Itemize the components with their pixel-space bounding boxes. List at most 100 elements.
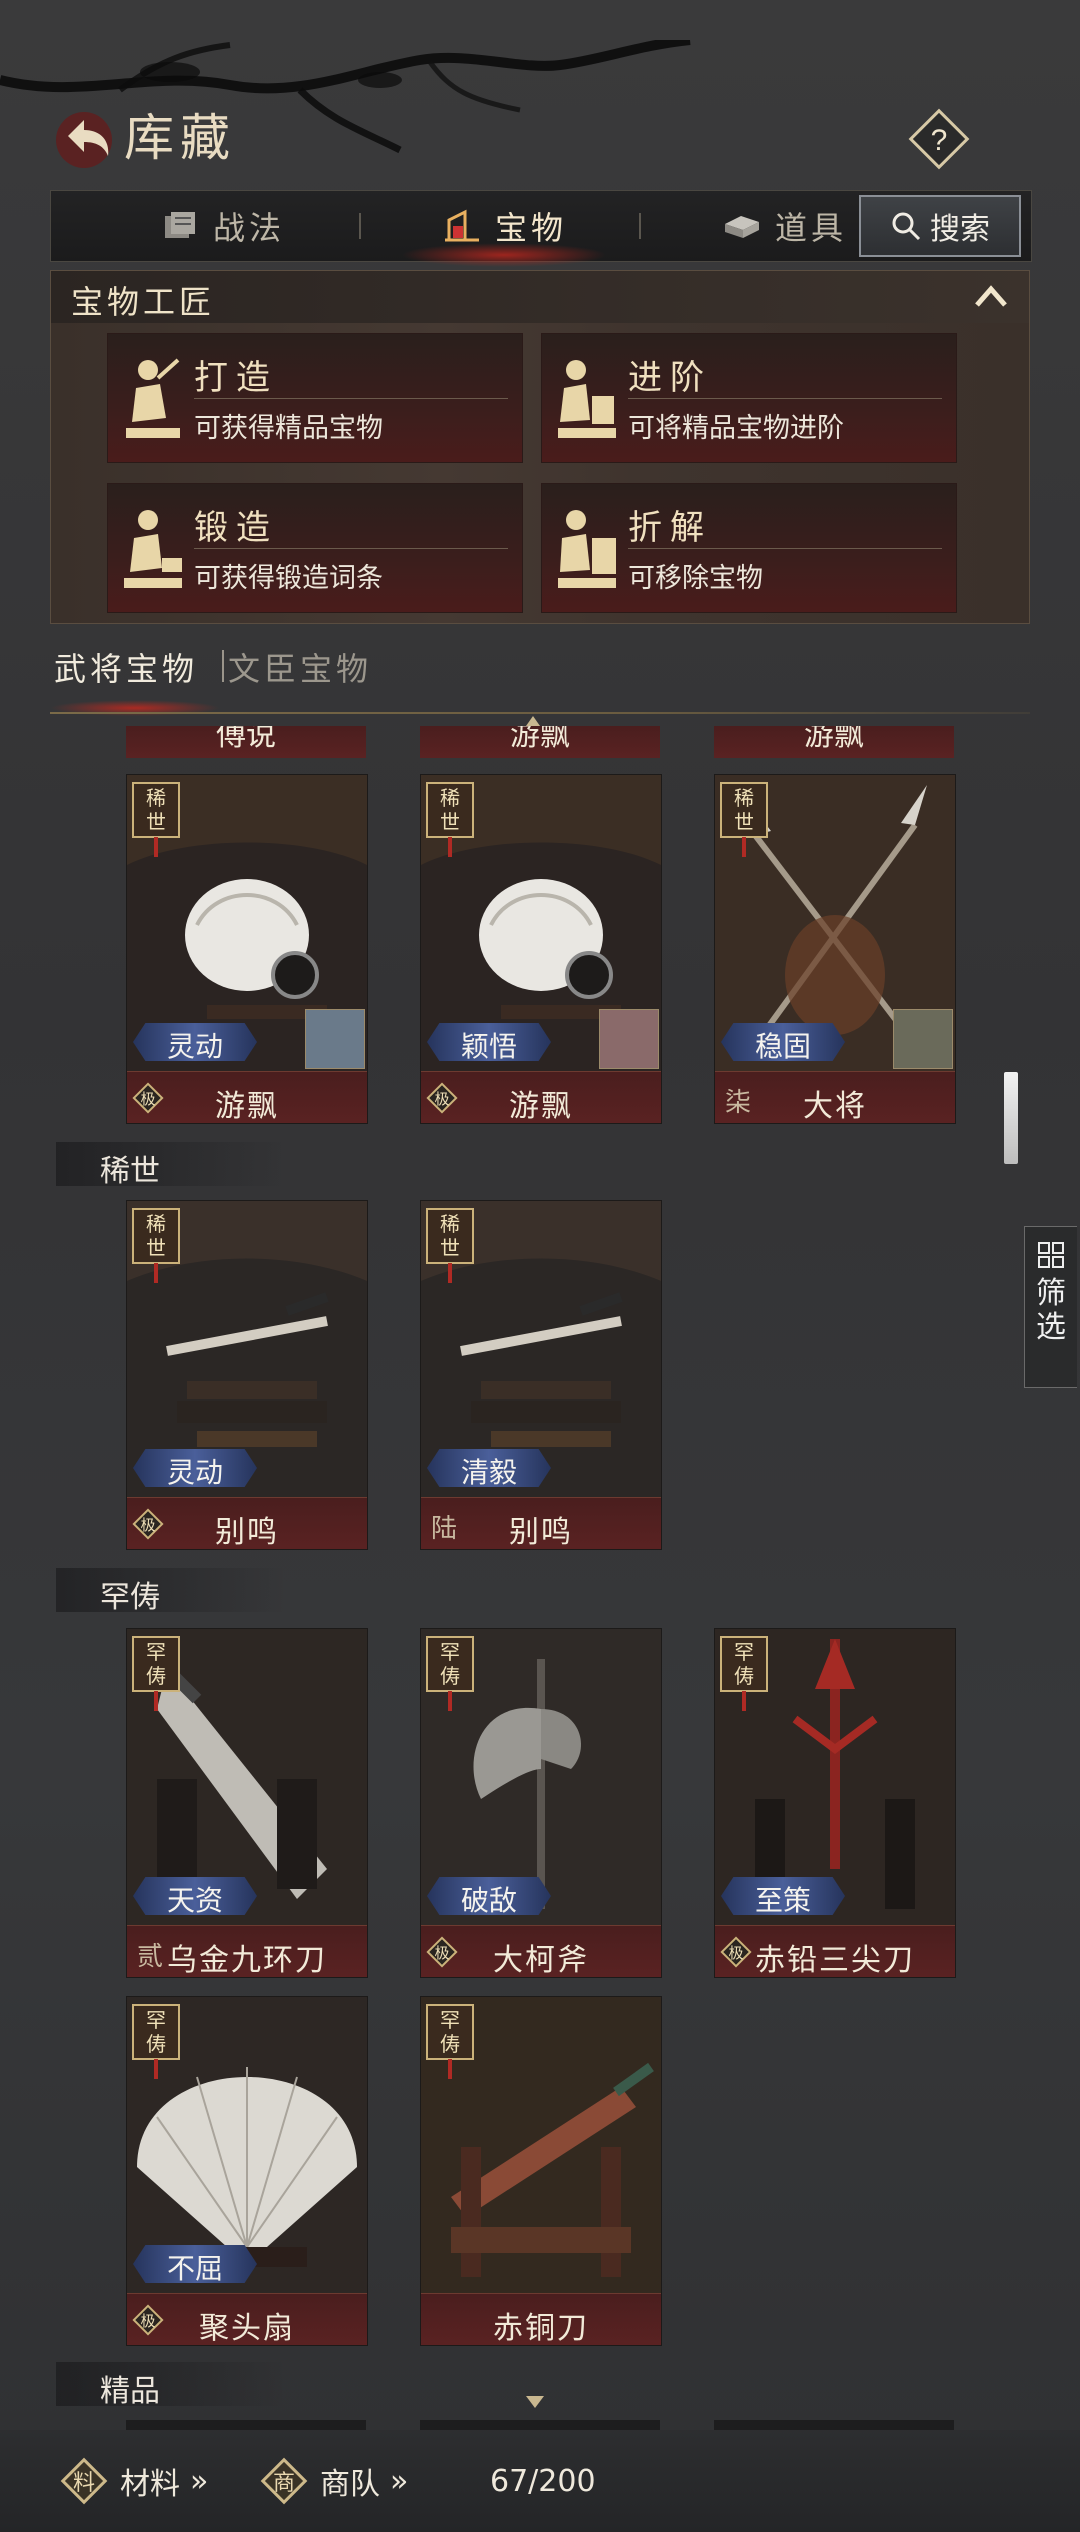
filter-grid-icon (1038, 1242, 1064, 1268)
treasure-card[interactable]: 罕俦赤铜刀 (420, 1996, 662, 2346)
materials-button[interactable]: 料 材料 » (58, 2430, 208, 2532)
svg-text:罕: 罕 (440, 2008, 460, 2032)
svg-text:世: 世 (440, 810, 460, 834)
tab-label: 道具 (775, 209, 848, 247)
rarity-badge-icon: 稀世 (720, 782, 768, 857)
craftsman-figure-icon (126, 358, 180, 438)
category-general-treasures[interactable]: 武将宝物 (54, 644, 198, 690)
back-arrow-icon[interactable] (48, 106, 118, 170)
trait-tag: 稳固 (721, 1023, 845, 1061)
rarity-badge-icon: 稀世 (426, 782, 474, 857)
trait-tag: 灵动 (133, 1449, 257, 1487)
card-desc: 可获得锻造词条 (194, 563, 383, 594)
treasure-card[interactable]: 稀世清毅陆别鸣 (420, 1200, 662, 1550)
svg-text:世: 世 (734, 810, 754, 834)
svg-text:稀: 稀 (734, 786, 754, 810)
svg-text:罕: 罕 (734, 1640, 754, 1664)
trait-label: 至策 (754, 1884, 811, 1917)
scrollbar-thumb[interactable] (1004, 1072, 1018, 1164)
caravan-button[interactable]: 商 商队 » (258, 2430, 408, 2532)
tab-label: 战法 (213, 209, 286, 247)
rarity-badge-icon: 罕俦 (426, 1636, 474, 1711)
trait-label: 不屈 (166, 2252, 223, 2285)
item-name: 游飘 (509, 1089, 573, 1124)
partial-item-card[interactable]: 游飘 (420, 726, 660, 758)
item-name: 大将 (803, 1089, 867, 1124)
trait-label: 灵动 (166, 1030, 223, 1063)
svg-text:?: ? (931, 124, 948, 157)
scroll-up-indicator-icon (526, 716, 540, 726)
section-header-fine: 精品 (56, 2362, 286, 2409)
item-name: 别鸣 (509, 1515, 573, 1550)
tab-divider (359, 213, 361, 239)
help-icon[interactable]: ? (906, 106, 972, 172)
treasure-card[interactable]: 罕俦破敌极大柯斧 (420, 1628, 662, 1978)
section-title: 罕俦 (100, 1580, 160, 1615)
treasure-card[interactable]: 稀世颖悟极游飘 (420, 774, 662, 1124)
search-icon (892, 212, 921, 241)
svg-text:世: 世 (146, 810, 166, 834)
tab-items[interactable]: 道具 (721, 191, 847, 261)
card-divider (194, 398, 508, 399)
section-header-rare: 稀世 (56, 1142, 286, 1189)
item-name: 赤铜刀 (493, 2311, 589, 2346)
trait-label: 颖悟 (460, 1030, 517, 1063)
filter-button[interactable]: 筛选 (1024, 1226, 1077, 1388)
category-minister-treasures[interactable]: 文臣宝物 (228, 644, 372, 690)
item-name: 游飘 (215, 1089, 279, 1124)
partial-item-card[interactable]: 傅说 (126, 726, 366, 758)
tab-treasure[interactable]: 宝物 (400, 191, 608, 267)
artisan-header: 宝物工匠 (51, 271, 1029, 323)
items-tab-icon (725, 216, 759, 238)
treasure-card[interactable]: 罕俦不屈极聚头扇 (126, 1996, 368, 2346)
section-title: 精品 (100, 2374, 160, 2409)
dismantle-card[interactable]: 折解 可移除宝物 (541, 483, 957, 613)
item-name: 游飘 (510, 726, 570, 753)
rarity-badge-icon: 稀世 (426, 1208, 474, 1283)
tab-bar: 战法 宝物 道具 搜索 (50, 190, 1032, 267)
trait-tag: 至策 (721, 1877, 845, 1915)
treasure-card[interactable]: 稀世稳固柒大将 (714, 774, 956, 1124)
item-name: 游飘 (804, 726, 864, 753)
rarity-badge-icon: 稀世 (132, 782, 180, 857)
card-title: 折解 (628, 508, 712, 548)
capacity-value: 67/200 (490, 2463, 596, 2499)
capacity-counter: 67/200 (490, 2430, 596, 2532)
svg-text:罕: 罕 (146, 1640, 166, 1664)
tab-tactics[interactable]: 战法 (161, 191, 285, 261)
partial-item-card[interactable]: 游飘 (714, 726, 954, 758)
trait-tag: 破敌 (427, 1877, 551, 1915)
bottom-bar: 料 材料 » 商 商队 » 67/200 (0, 2430, 1080, 2532)
treasure-card[interactable]: 罕俦天资贰乌金九环刀 (126, 1628, 368, 1978)
rarity-badge-icon: 罕俦 (426, 2004, 474, 2079)
collapse-chevron-icon[interactable] (973, 281, 1009, 311)
rarity-badge-icon: 罕俦 (720, 1636, 768, 1711)
treasure-tab-icon (445, 209, 479, 242)
card-desc: 可将精品宝物进阶 (628, 413, 844, 444)
general-portrait (305, 1009, 365, 1069)
treasure-card[interactable]: 稀世灵动极游飘 (126, 774, 368, 1124)
item-name: 傅说 (216, 726, 276, 753)
svg-text:俦: 俦 (146, 1664, 166, 1688)
svg-text:罕: 罕 (440, 1640, 460, 1664)
treasure-card[interactable]: 罕俦至策极赤铅三尖刀 (714, 1628, 956, 1978)
rarity-badge-icon: 稀世 (132, 1208, 180, 1283)
svg-text:俦: 俦 (734, 1664, 754, 1688)
filter-label: 筛选 (1036, 1276, 1066, 1345)
craft-card[interactable]: 打造 可获得精品宝物 (107, 333, 523, 463)
tactics-icon (165, 212, 195, 238)
trait-tag: 颖悟 (427, 1023, 551, 1061)
treasure-card[interactable]: 稀世灵动极别鸣 (126, 1200, 368, 1550)
search-button[interactable]: 搜索 (859, 195, 1021, 257)
materials-icon-glyph: 料 (73, 2471, 95, 2496)
advance-card[interactable]: 进阶 可将精品宝物进阶 (541, 333, 957, 463)
svg-text:俦: 俦 (146, 2032, 166, 2056)
forge-card[interactable]: 锻造 可获得锻造词条 (107, 483, 523, 613)
caravan-icon: 商 (260, 2457, 308, 2505)
caravan-label: 商队 (320, 2467, 380, 2502)
trait-label: 天资 (166, 1884, 223, 1917)
page-title: 库藏 (124, 109, 236, 167)
svg-text:罕: 罕 (146, 2008, 166, 2032)
section-header-scarce: 罕俦 (56, 1568, 286, 1615)
trait-tag: 天资 (133, 1877, 257, 1915)
